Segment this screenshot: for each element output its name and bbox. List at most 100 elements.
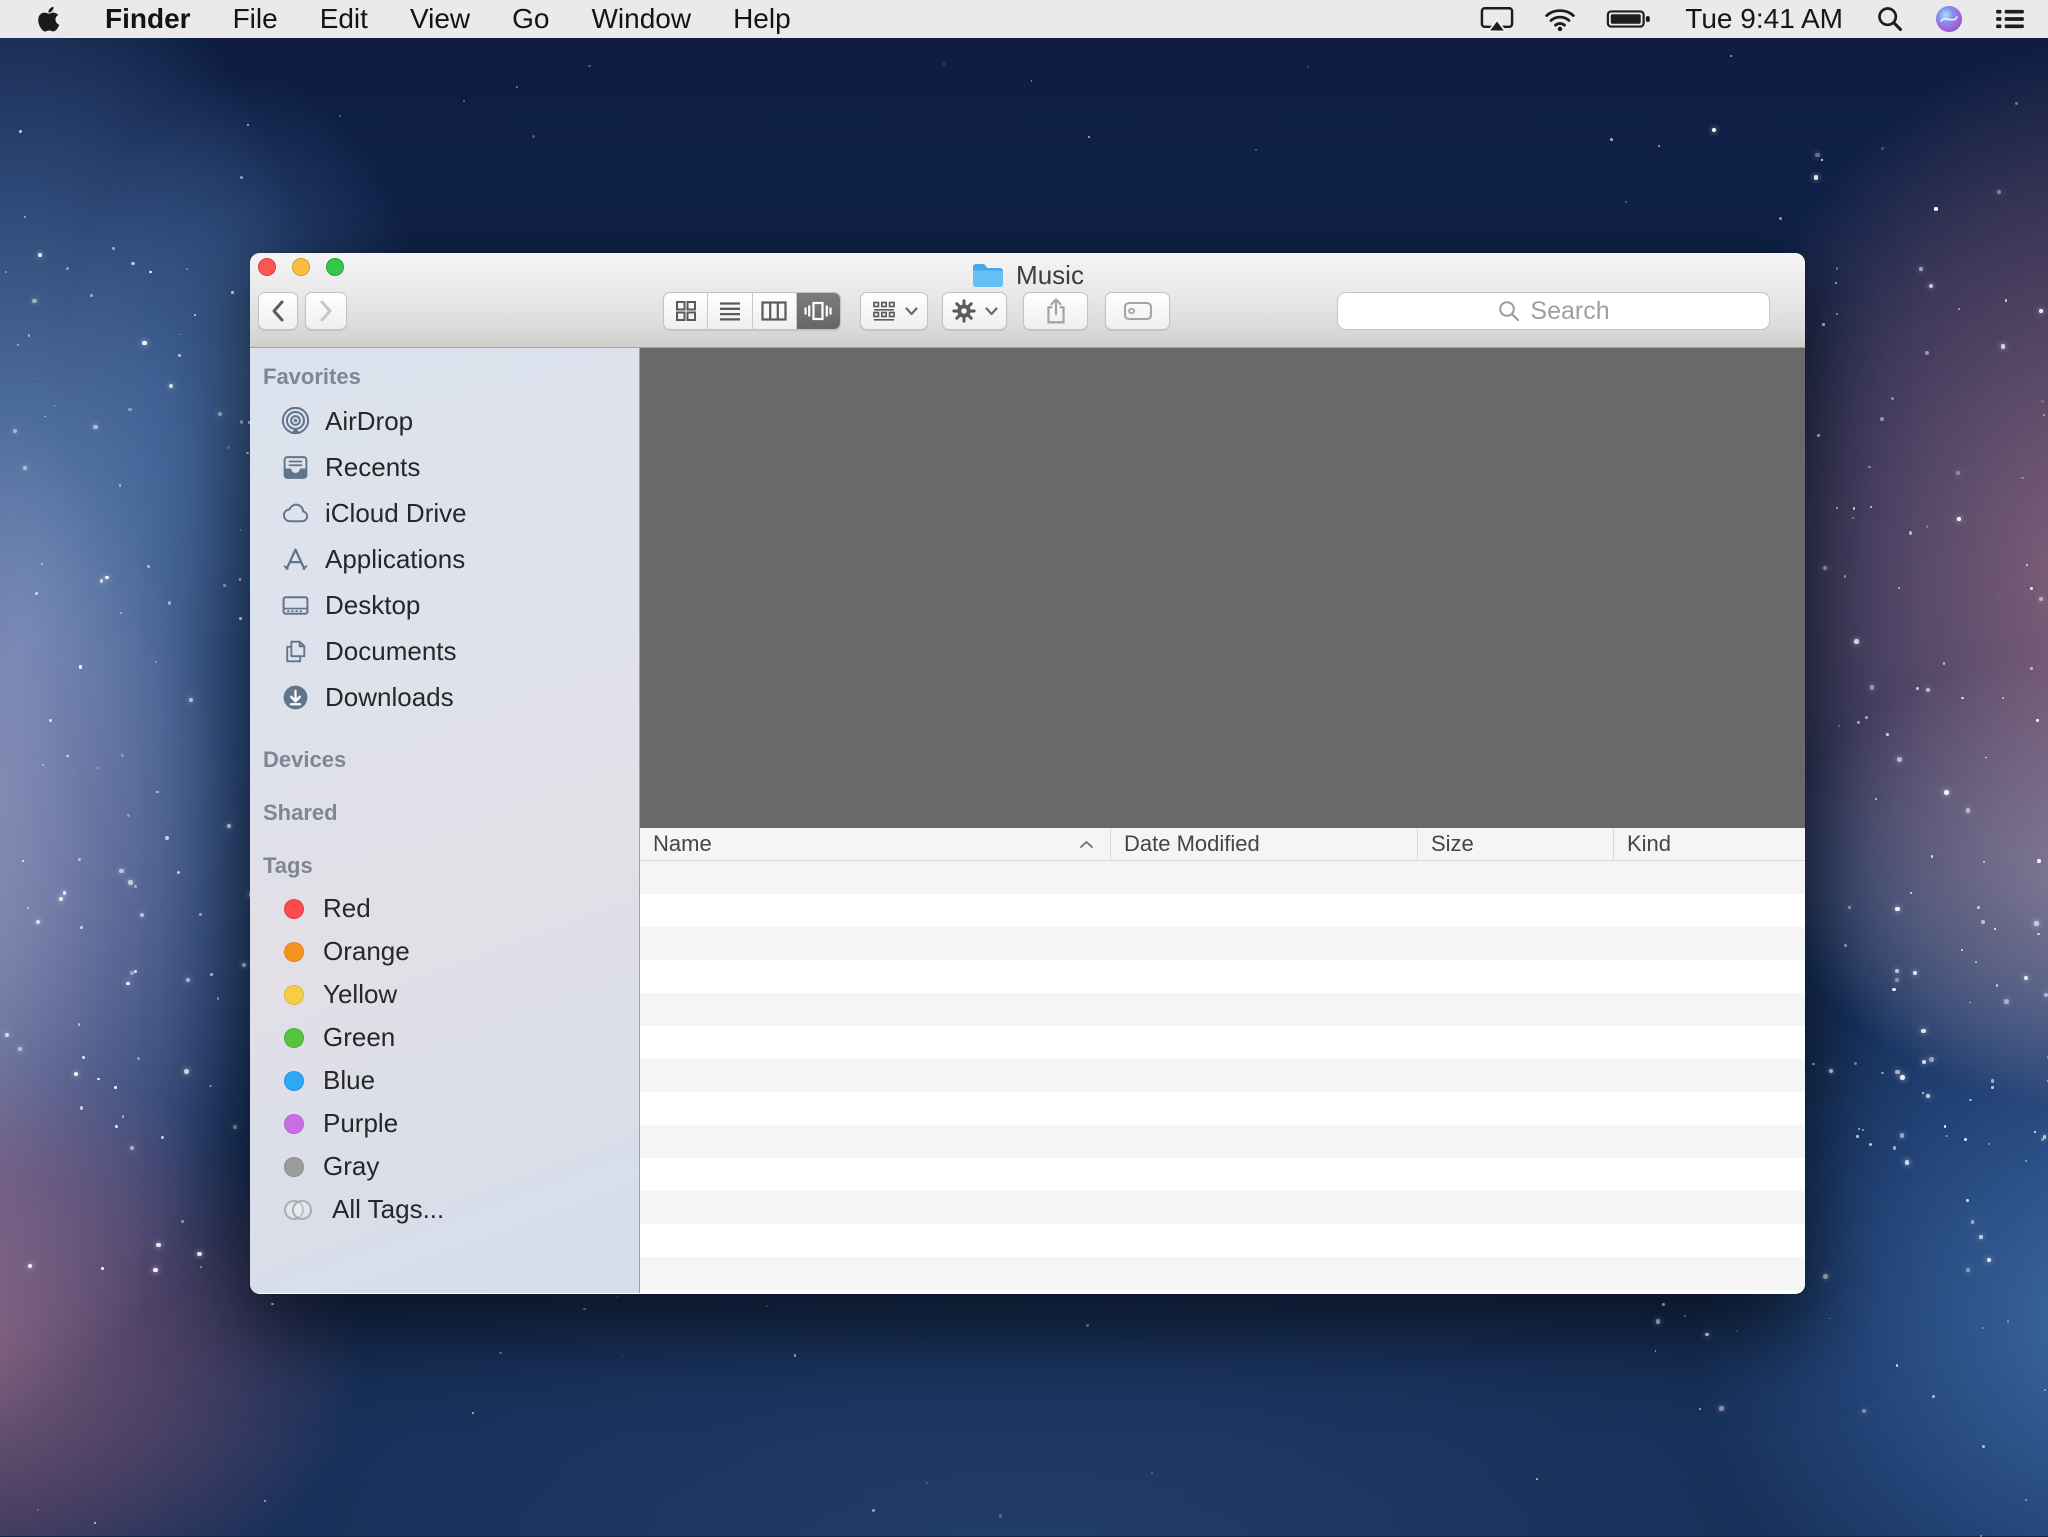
sidebar-tag-green[interactable]: Green bbox=[250, 1016, 639, 1059]
tag-purple-dot-icon bbox=[284, 1114, 304, 1134]
column-header-date-modified[interactable]: Date Modified bbox=[1111, 828, 1418, 860]
sidebar-tag-red[interactable]: Red bbox=[250, 887, 639, 930]
tag-label: All Tags... bbox=[332, 1194, 444, 1225]
sidebar-item-label: iCloud Drive bbox=[325, 498, 467, 529]
menu-view[interactable]: View bbox=[389, 0, 491, 38]
all-tags-icon bbox=[284, 1200, 313, 1220]
tag-blue-dot-icon bbox=[284, 1071, 304, 1091]
sidebar-tag-gray[interactable]: Gray bbox=[250, 1145, 639, 1188]
tag-label: Green bbox=[323, 1022, 395, 1053]
siri-icon bbox=[1934, 4, 1964, 34]
notification-center-menu[interactable] bbox=[1979, 0, 2048, 38]
tag-label: Purple bbox=[323, 1108, 398, 1139]
tag-button[interactable] bbox=[1105, 292, 1170, 330]
sidebar-all-tags[interactable]: All Tags... bbox=[250, 1188, 639, 1231]
window-titlebar[interactable]: Music bbox=[250, 253, 1805, 348]
menu-window[interactable]: Window bbox=[570, 0, 712, 38]
finder-window: Music bbox=[250, 253, 1805, 1294]
apple-menu[interactable] bbox=[0, 0, 84, 38]
arrange-menu-button[interactable] bbox=[860, 292, 928, 330]
share-button[interactable] bbox=[1023, 292, 1088, 330]
menu-help[interactable]: Help bbox=[712, 0, 812, 38]
sidebar-tag-purple[interactable]: Purple bbox=[250, 1102, 639, 1145]
apple-logo-icon bbox=[37, 5, 60, 33]
icon-view-icon bbox=[674, 299, 698, 323]
menu-file[interactable]: File bbox=[212, 0, 299, 38]
menu-bar: Finder File Edit View Go Window Help bbox=[0, 0, 2048, 38]
tag-label: Blue bbox=[323, 1065, 375, 1096]
sidebar-section-devices: Devices bbox=[263, 747, 639, 773]
sidebar-item-documents[interactable]: Documents bbox=[250, 628, 639, 674]
action-menu-button[interactable] bbox=[942, 292, 1007, 330]
tag-orange-dot-icon bbox=[284, 942, 304, 962]
window-title: Music bbox=[250, 260, 1805, 290]
sidebar-item-downloads[interactable]: Downloads bbox=[250, 674, 639, 720]
search-icon bbox=[1497, 299, 1521, 323]
battery-menu[interactable] bbox=[1591, 0, 1667, 38]
column-view-button[interactable] bbox=[753, 293, 797, 329]
menu-go[interactable]: Go bbox=[491, 0, 570, 38]
sidebar-tag-yellow[interactable]: Yellow bbox=[250, 973, 639, 1016]
gear-icon bbox=[951, 298, 977, 324]
list-column-headers: Name Date Modified Size Kind bbox=[640, 828, 1805, 861]
icon-view-button[interactable] bbox=[664, 293, 708, 329]
sidebar-section-shared: Shared bbox=[263, 800, 639, 826]
tag-green-dot-icon bbox=[284, 1028, 304, 1048]
wifi-menu[interactable] bbox=[1529, 0, 1591, 38]
sidebar-item-label: Downloads bbox=[325, 682, 454, 713]
sidebar-item-applications[interactable]: Applications bbox=[250, 536, 639, 582]
recents-icon bbox=[281, 453, 310, 482]
desktop-icon bbox=[281, 591, 310, 620]
tag-gray-dot-icon bbox=[284, 1157, 304, 1177]
sidebar-tag-blue[interactable]: Blue bbox=[250, 1059, 639, 1102]
notification-center-icon bbox=[1994, 6, 2026, 32]
sidebar-section-tags: Tags bbox=[263, 853, 639, 879]
cover-flow-view-button[interactable] bbox=[797, 293, 840, 329]
icloud-icon bbox=[281, 499, 310, 528]
airplay-menu[interactable] bbox=[1465, 0, 1529, 38]
sidebar-item-recents[interactable]: Recents bbox=[250, 444, 639, 490]
chevron-right-icon bbox=[318, 299, 334, 323]
spotlight-menu[interactable] bbox=[1861, 0, 1919, 38]
finder-sidebar: Favorites AirDrop Recents bbox=[250, 348, 640, 1293]
tag-icon bbox=[1123, 300, 1153, 322]
sidebar-tag-orange[interactable]: Orange bbox=[250, 930, 639, 973]
sidebar-item-label: Documents bbox=[325, 636, 457, 667]
documents-icon bbox=[281, 637, 310, 666]
folder-icon bbox=[971, 261, 1005, 289]
menu-bar-clock[interactable]: Tue 9:41 AM bbox=[1667, 3, 1861, 35]
column-header-name[interactable]: Name bbox=[640, 828, 1111, 860]
chevron-down-icon bbox=[905, 307, 918, 316]
forward-button[interactable] bbox=[305, 292, 347, 330]
cover-flow-area[interactable] bbox=[640, 348, 1805, 828]
sidebar-item-airdrop[interactable]: AirDrop bbox=[250, 398, 639, 444]
arrange-icon bbox=[871, 300, 897, 322]
list-view-button[interactable] bbox=[708, 293, 752, 329]
tag-label: Yellow bbox=[323, 979, 397, 1010]
back-button[interactable] bbox=[258, 292, 298, 330]
file-browser-content: Name Date Modified Size Kind bbox=[640, 348, 1805, 1293]
downloads-icon bbox=[281, 683, 310, 712]
chevron-left-icon bbox=[270, 299, 286, 323]
menu-edit[interactable]: Edit bbox=[299, 0, 389, 38]
sidebar-item-icloud-drive[interactable]: iCloud Drive bbox=[250, 490, 639, 536]
share-icon bbox=[1043, 297, 1069, 325]
search-input[interactable]: Search bbox=[1337, 292, 1770, 330]
spotlight-icon bbox=[1876, 5, 1904, 33]
list-view-icon bbox=[717, 299, 743, 323]
menu-finder[interactable]: Finder bbox=[84, 0, 212, 38]
sidebar-item-desktop[interactable]: Desktop bbox=[250, 582, 639, 628]
column-header-size[interactable]: Size bbox=[1418, 828, 1614, 860]
tag-red-dot-icon bbox=[284, 899, 304, 919]
sidebar-item-label: Applications bbox=[325, 544, 465, 575]
siri-menu[interactable] bbox=[1919, 0, 1979, 38]
sidebar-item-label: Recents bbox=[325, 452, 420, 483]
cover-flow-icon bbox=[803, 299, 833, 323]
file-list-rows-empty[interactable] bbox=[640, 861, 1805, 1293]
column-header-kind[interactable]: Kind bbox=[1614, 828, 1805, 860]
window-title-text: Music bbox=[1016, 260, 1084, 291]
airdrop-icon bbox=[281, 407, 310, 436]
tag-yellow-dot-icon bbox=[284, 985, 304, 1005]
column-view-icon bbox=[760, 299, 788, 323]
sidebar-item-label: Desktop bbox=[325, 590, 420, 621]
